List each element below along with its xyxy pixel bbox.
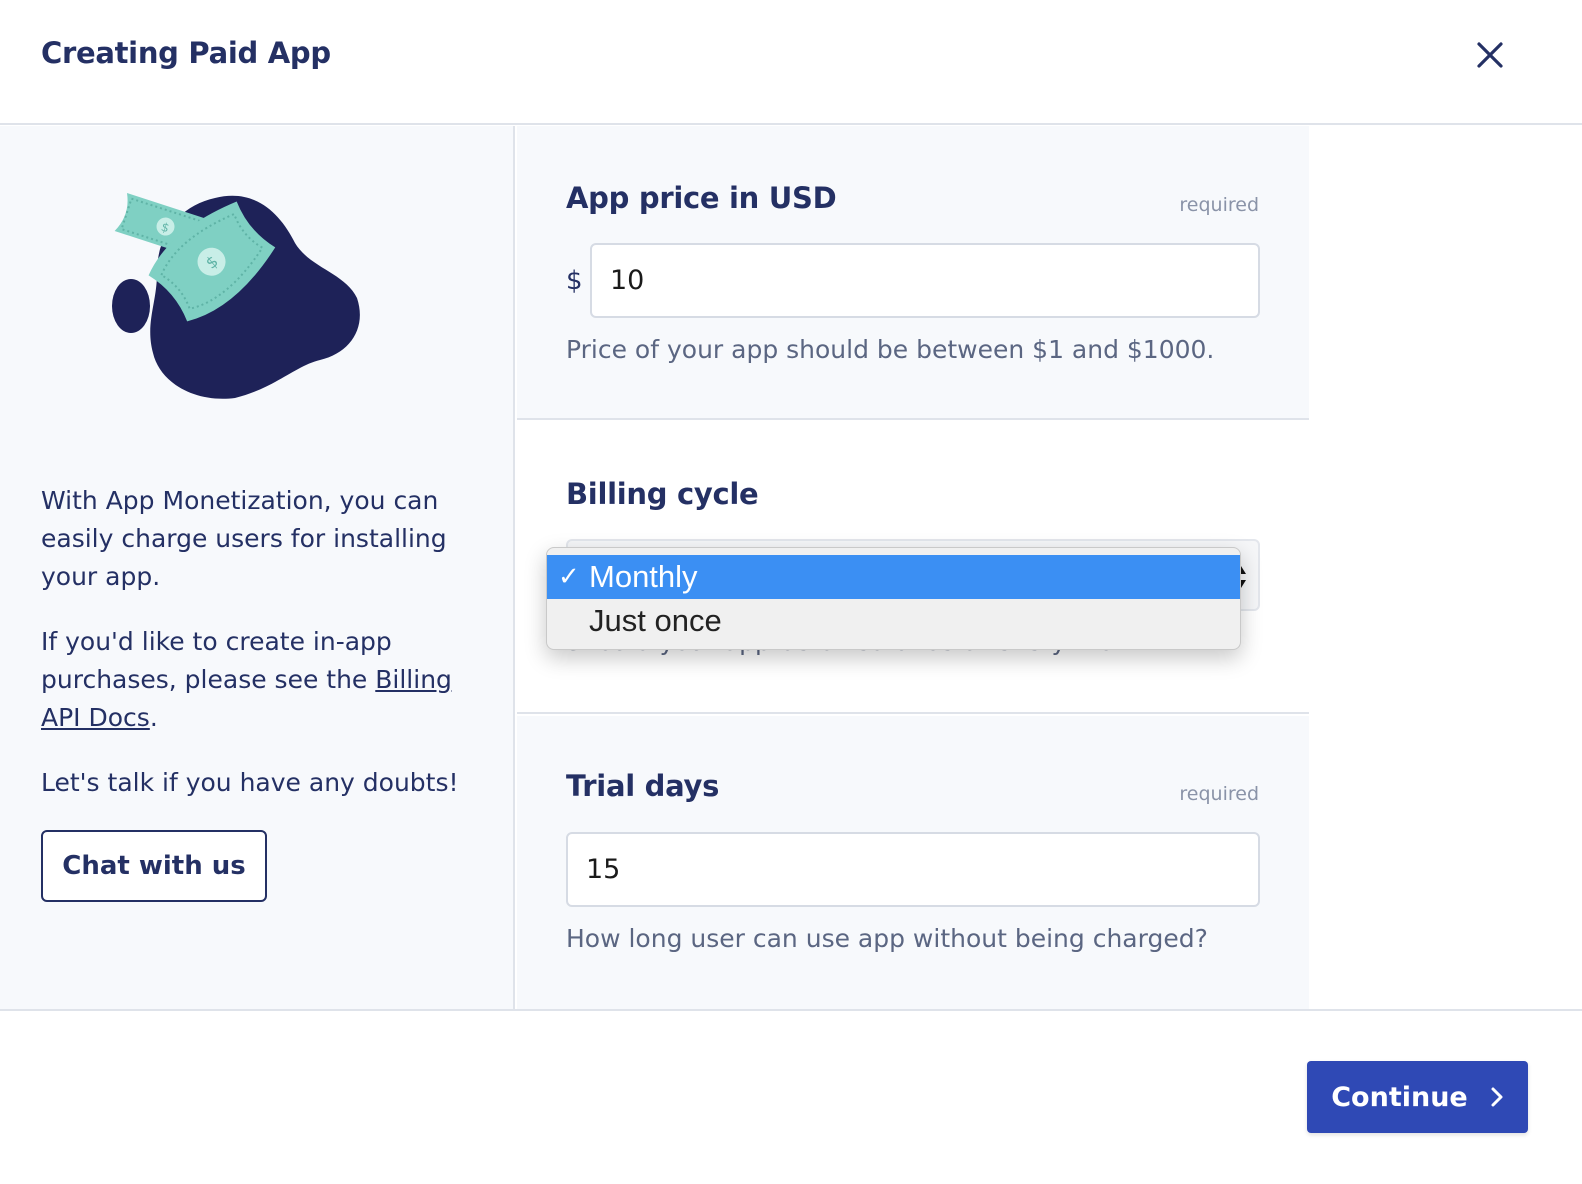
modal-header: Creating Paid App [0,0,1582,125]
continue-button[interactable]: Continue [1307,1061,1528,1133]
in-app-note-suffix: . [149,703,158,732]
continue-label: Continue [1331,1081,1468,1113]
trial-section: Trial days required 15 How long user can… [517,716,1309,1009]
modal-footer: Continue [0,1009,1582,1184]
monetization-description: With App Monetization, you can easily ch… [41,486,447,591]
info-panel: $ $ With App Monetization, you can easil… [0,126,515,1009]
trial-days-input[interactable]: 15 [566,832,1260,907]
billing-cycle-dropdown: ✓ Monthly Just once [546,547,1241,650]
money-illustration: $ $ [112,193,360,399]
dropdown-option-label: Monthly [589,559,698,594]
trial-days-label: Trial days [566,769,720,803]
currency-symbol: $ [566,266,583,296]
modal-title: Creating Paid App [41,36,331,70]
chevron-right-icon [1491,1087,1503,1107]
price-required-tag: required [1179,194,1259,216]
price-input[interactable]: 10 [590,243,1260,318]
dropdown-option-just-once[interactable]: Just once [547,599,1240,643]
in-app-note-prefix: If you'd like to create in-app purchases… [41,627,392,694]
trial-days-input-value: 15 [586,854,621,885]
close-icon [1477,42,1503,68]
chat-with-us-button[interactable]: Chat with us [41,830,267,902]
dropdown-option-monthly[interactable]: ✓ Monthly [547,555,1240,599]
trial-required-tag: required [1179,783,1259,805]
talk-prompt: Let's talk if you have any doubts! [41,768,459,797]
checkmark-icon: ✓ [558,561,580,591]
billing-cycle-label: Billing cycle [566,477,759,511]
price-input-value: 10 [610,265,645,296]
dropdown-option-label: Just once [589,603,722,638]
create-paid-app-modal: Creating Paid App $ $ With App Monetizat… [0,0,1582,1184]
trial-help-text: How long user can use app without being … [566,924,1208,953]
price-section: App price in USD required $ 10 Price of … [517,126,1309,420]
price-help-text: Price of your app should be between $1 a… [566,335,1215,364]
in-app-purchases-note: If you'd like to create in-app purchases… [41,623,471,737]
close-button[interactable] [1472,37,1508,73]
price-label: App price in USD [566,181,837,215]
